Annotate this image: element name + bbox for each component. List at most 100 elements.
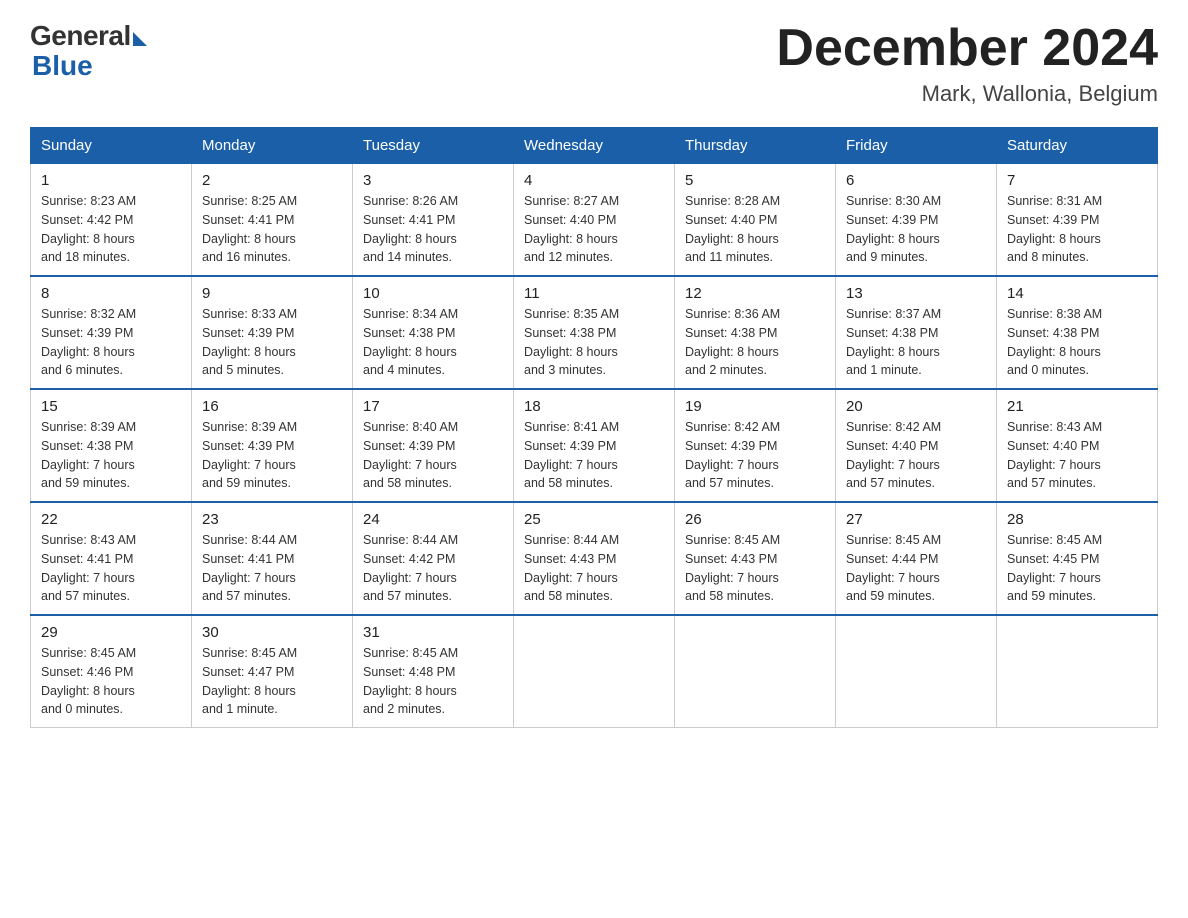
calendar-cell: 17Sunrise: 8:40 AMSunset: 4:39 PMDayligh… [353, 389, 514, 502]
calendar-cell: 2 Sunrise: 8:25 AMSunset: 4:41 PMDaylight… [192, 163, 353, 276]
month-title: December 2024 [776, 20, 1158, 77]
calendar-cell [997, 615, 1158, 728]
calendar-cell: 16 Sunrise: 8:39 AMSunset: 4:39 PMDayligh… [192, 389, 353, 502]
calendar-cell: 5Sunrise: 8:28 AMSunset: 4:40 PMDaylight… [675, 163, 836, 276]
calendar-cell: 20 Sunrise: 8:42 AMSunset: 4:40 PMDayligh… [836, 389, 997, 502]
calendar-cell: 14 Sunrise: 8:38 AMSunset: 4:38 PMDayligh… [997, 276, 1158, 389]
day-number: 17 [363, 398, 503, 415]
day-info: Sunrise: 8:44 AMSunset: 4:42 PMDaylight:… [363, 531, 503, 606]
day-number: 24 [363, 511, 503, 528]
calendar-cell: 26Sunrise: 8:45 AMSunset: 4:43 PMDayligh… [675, 502, 836, 615]
calendar-cell: 6Sunrise: 8:30 AMSunset: 4:39 PMDaylight… [836, 163, 997, 276]
day-number: 25 [524, 511, 664, 528]
weekday-header-thursday: Thursday [675, 128, 836, 163]
calendar-cell: 23Sunrise: 8:44 AMSunset: 4:41 PMDayligh… [192, 502, 353, 615]
day-number: 9 [202, 285, 342, 302]
day-number: 20 [846, 398, 986, 415]
day-number: 22 [41, 511, 181, 528]
day-number: 19 [685, 398, 825, 415]
day-number: 2 [202, 172, 342, 189]
calendar-cell [675, 615, 836, 728]
logo-general-text: General [30, 20, 131, 52]
day-number: 30 [202, 624, 342, 641]
day-number: 13 [846, 285, 986, 302]
day-info: Sunrise: 8:42 AMSunset: 4:40 PMDaylight:… [846, 418, 986, 493]
calendar-cell: 10Sunrise: 8:34 AMSunset: 4:38 PMDayligh… [353, 276, 514, 389]
calendar-cell: 13 Sunrise: 8:37 AMSunset: 4:38 PMDayligh… [836, 276, 997, 389]
calendar-cell: 3 Sunrise: 8:26 AMSunset: 4:41 PMDaylight… [353, 163, 514, 276]
day-number: 21 [1007, 398, 1147, 415]
day-info: Sunrise: 8:36 AMSunset: 4:38 PMDaylight:… [685, 305, 825, 380]
calendar-cell: 11 Sunrise: 8:35 AMSunset: 4:38 PMDayligh… [514, 276, 675, 389]
day-number: 4 [524, 172, 664, 189]
day-number: 31 [363, 624, 503, 641]
day-info: Sunrise: 8:38 AMSunset: 4:38 PMDaylight:… [1007, 305, 1147, 380]
calendar-cell: 12 Sunrise: 8:36 AMSunset: 4:38 PMDayligh… [675, 276, 836, 389]
day-number: 14 [1007, 285, 1147, 302]
day-info: Sunrise: 8:25 AMSunset: 4:41 PMDaylight:… [202, 192, 342, 267]
logo-arrow-icon [133, 32, 147, 46]
calendar-week-row: 15Sunrise: 8:39 AMSunset: 4:38 PMDayligh… [31, 389, 1158, 502]
page-header: General Blue December 2024 Mark, Walloni… [30, 20, 1158, 107]
calendar-week-row: 22Sunrise: 8:43 AMSunset: 4:41 PMDayligh… [31, 502, 1158, 615]
day-number: 1 [41, 172, 181, 189]
day-info: Sunrise: 8:45 AMSunset: 4:45 PMDaylight:… [1007, 531, 1147, 606]
calendar-cell: 1Sunrise: 8:23 AMSunset: 4:42 PMDaylight… [31, 163, 192, 276]
calendar-cell: 22Sunrise: 8:43 AMSunset: 4:41 PMDayligh… [31, 502, 192, 615]
day-number: 3 [363, 172, 503, 189]
calendar-cell: 30 Sunrise: 8:45 AMSunset: 4:47 PMDayligh… [192, 615, 353, 728]
day-number: 8 [41, 285, 181, 302]
day-number: 26 [685, 511, 825, 528]
day-info: Sunrise: 8:32 AMSunset: 4:39 PMDaylight:… [41, 305, 181, 380]
day-info: Sunrise: 8:37 AMSunset: 4:38 PMDaylight:… [846, 305, 986, 380]
day-info: Sunrise: 8:45 AMSunset: 4:46 PMDaylight:… [41, 644, 181, 719]
day-info: Sunrise: 8:27 AMSunset: 4:40 PMDaylight:… [524, 192, 664, 267]
day-number: 15 [41, 398, 181, 415]
day-info: Sunrise: 8:39 AMSunset: 4:39 PMDaylight:… [202, 418, 342, 493]
title-block: December 2024 Mark, Wallonia, Belgium [776, 20, 1158, 107]
calendar-cell: 25Sunrise: 8:44 AMSunset: 4:43 PMDayligh… [514, 502, 675, 615]
calendar-cell: 28Sunrise: 8:45 AMSunset: 4:45 PMDayligh… [997, 502, 1158, 615]
weekday-header-wednesday: Wednesday [514, 128, 675, 163]
calendar-cell: 29 Sunrise: 8:45 AMSunset: 4:46 PMDayligh… [31, 615, 192, 728]
calendar-cell [514, 615, 675, 728]
day-number: 18 [524, 398, 664, 415]
day-info: Sunrise: 8:42 AMSunset: 4:39 PMDaylight:… [685, 418, 825, 493]
calendar-cell [836, 615, 997, 728]
location-title: Mark, Wallonia, Belgium [776, 81, 1158, 107]
calendar-week-row: 1Sunrise: 8:23 AMSunset: 4:42 PMDaylight… [31, 163, 1158, 276]
day-info: Sunrise: 8:34 AMSunset: 4:38 PMDaylight:… [363, 305, 503, 380]
day-info: Sunrise: 8:31 AMSunset: 4:39 PMDaylight:… [1007, 192, 1147, 267]
day-number: 16 [202, 398, 342, 415]
day-info: Sunrise: 8:35 AMSunset: 4:38 PMDaylight:… [524, 305, 664, 380]
calendar-cell: 8 Sunrise: 8:32 AMSunset: 4:39 PMDaylight… [31, 276, 192, 389]
calendar-cell: 18 Sunrise: 8:41 AMSunset: 4:39 PMDayligh… [514, 389, 675, 502]
calendar-week-row: 29 Sunrise: 8:45 AMSunset: 4:46 PMDayligh… [31, 615, 1158, 728]
day-number: 23 [202, 511, 342, 528]
calendar-cell: 19 Sunrise: 8:42 AMSunset: 4:39 PMDayligh… [675, 389, 836, 502]
day-info: Sunrise: 8:26 AMSunset: 4:41 PMDaylight:… [363, 192, 503, 267]
calendar-week-row: 8 Sunrise: 8:32 AMSunset: 4:39 PMDaylight… [31, 276, 1158, 389]
weekday-header-sunday: Sunday [31, 128, 192, 163]
calendar-cell: 7Sunrise: 8:31 AMSunset: 4:39 PMDaylight… [997, 163, 1158, 276]
day-number: 5 [685, 172, 825, 189]
day-info: Sunrise: 8:45 AMSunset: 4:44 PMDaylight:… [846, 531, 986, 606]
logo: General Blue [30, 20, 147, 82]
day-number: 27 [846, 511, 986, 528]
calendar-cell: 27 Sunrise: 8:45 AMSunset: 4:44 PMDayligh… [836, 502, 997, 615]
calendar-cell: 15Sunrise: 8:39 AMSunset: 4:38 PMDayligh… [31, 389, 192, 502]
day-number: 11 [524, 285, 664, 302]
day-number: 29 [41, 624, 181, 641]
calendar-table: SundayMondayTuesdayWednesdayThursdayFrid… [30, 127, 1158, 728]
day-info: Sunrise: 8:45 AMSunset: 4:47 PMDaylight:… [202, 644, 342, 719]
day-info: Sunrise: 8:43 AMSunset: 4:40 PMDaylight:… [1007, 418, 1147, 493]
logo-blue-text: Blue [32, 50, 93, 82]
day-info: Sunrise: 8:33 AMSunset: 4:39 PMDaylight:… [202, 305, 342, 380]
day-number: 12 [685, 285, 825, 302]
day-info: Sunrise: 8:30 AMSunset: 4:39 PMDaylight:… [846, 192, 986, 267]
calendar-cell: 4 Sunrise: 8:27 AMSunset: 4:40 PMDaylight… [514, 163, 675, 276]
calendar-cell: 21 Sunrise: 8:43 AMSunset: 4:40 PMDayligh… [997, 389, 1158, 502]
calendar-cell: 24 Sunrise: 8:44 AMSunset: 4:42 PMDayligh… [353, 502, 514, 615]
day-info: Sunrise: 8:45 AMSunset: 4:48 PMDaylight:… [363, 644, 503, 719]
day-info: Sunrise: 8:41 AMSunset: 4:39 PMDaylight:… [524, 418, 664, 493]
